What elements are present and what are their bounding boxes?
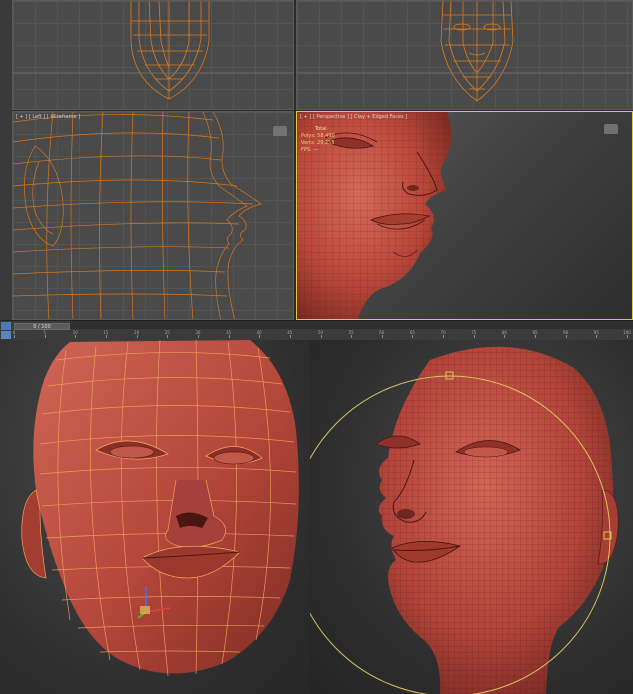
stats-polys: Polys: 58,490 bbox=[301, 133, 335, 139]
timeline-tick-label: 45 bbox=[287, 330, 293, 335]
time-slider-track[interactable] bbox=[70, 321, 633, 329]
timeline-tick bbox=[228, 335, 230, 338]
timeline-tick-label: 75 bbox=[471, 330, 477, 335]
time-slider[interactable]: 0 / 100 bbox=[14, 323, 70, 330]
timeline-tick-label: 60 bbox=[379, 330, 385, 335]
timeline-tick bbox=[351, 335, 353, 338]
stats-overlay: Total Polys: 58,490 Verts: 29,255 FPS: — bbox=[301, 126, 335, 154]
stats-fps: FPS: — bbox=[301, 147, 319, 153]
timeline-tick bbox=[136, 335, 138, 338]
timeline-tick bbox=[535, 335, 537, 338]
viewport-sidebar bbox=[0, 0, 12, 320]
timeline-tick-label: 5 bbox=[43, 330, 46, 335]
head-wireframe-front bbox=[297, 1, 632, 102]
timeline-tick-label: 20 bbox=[134, 330, 140, 335]
timeline-tick-label: 80 bbox=[501, 330, 507, 335]
viewport-top[interactable] bbox=[12, 0, 294, 110]
timeline-tick bbox=[197, 335, 199, 338]
timeline-tick bbox=[627, 335, 628, 338]
timeline-tick-label: 90 bbox=[563, 330, 569, 335]
timeline-tick-label: 0 bbox=[12, 330, 16, 335]
timeline-tick bbox=[443, 335, 445, 338]
head-wireframe-side bbox=[13, 112, 262, 319]
timeline-tick bbox=[412, 335, 414, 338]
lowpoly-face-image bbox=[21, 340, 299, 677]
timeline-ruler[interactable]: 0 5 10 15 20 25 30 35 40 45 50 55 60 65 70 75 80 85 90 95 10… bbox=[12, 330, 631, 340]
timeline-tick-label: 100 bbox=[623, 330, 631, 335]
timeline-tick bbox=[289, 335, 291, 338]
viewcube-icon[interactable] bbox=[273, 126, 287, 136]
render-lowpoly-face bbox=[0, 340, 310, 694]
highpoly-head-image bbox=[310, 346, 619, 694]
timeline-tick-label: 25 bbox=[164, 330, 170, 335]
timeline-tick bbox=[75, 335, 77, 338]
timeline-tick bbox=[504, 335, 506, 338]
viewport-perspective[interactable]: [ + ] [ Perspective ] [ Clay + Edged Fac… bbox=[296, 111, 633, 320]
viewport-label[interactable]: [ + ] [ Perspective ] [ Clay + Edged Fac… bbox=[300, 114, 407, 120]
key-mode-button[interactable] bbox=[1, 331, 11, 339]
timeline-tick-label: 70 bbox=[440, 330, 446, 335]
play-button[interactable] bbox=[1, 322, 11, 330]
timeline-tick bbox=[596, 335, 598, 338]
viewcube-icon[interactable] bbox=[604, 124, 618, 134]
stats-verts: Verts: 29,255 bbox=[301, 140, 335, 146]
timeline-tick-label: 95 bbox=[593, 330, 599, 335]
3dsmax-window: [ + ] [ Left ] [ Wireframe ] [+] [Per… bbox=[0, 0, 633, 340]
timeline-tick bbox=[320, 335, 322, 338]
timeline-tick-label: 35 bbox=[226, 330, 232, 335]
viewport-label[interactable]: [ + ] [ Left ] [ Wireframe ] bbox=[16, 114, 80, 120]
stats-header: Total bbox=[315, 126, 327, 132]
viewport-left[interactable]: [ + ] [ Left ] [ Wireframe ] bbox=[12, 111, 294, 320]
render-showcase bbox=[0, 340, 633, 694]
timeline-tick-label: 50 bbox=[317, 330, 324, 335]
timeline-tick-label: 15 bbox=[103, 330, 109, 335]
timeline: 0 / 100 0 5 10 15 20 25 30 35 40 45 50 55 60 65 70 75 80… bbox=[0, 320, 633, 340]
timeline-tick bbox=[259, 335, 261, 338]
timeline-tick bbox=[473, 335, 475, 338]
timeline-tick bbox=[14, 335, 15, 338]
timeline-tick-label: 10 bbox=[72, 330, 78, 335]
timeline-tick-label: 85 bbox=[532, 330, 538, 335]
timeline-tick bbox=[167, 335, 169, 338]
head-clay-perspective bbox=[297, 112, 452, 319]
head-wireframe-top bbox=[13, 1, 293, 100]
timeline-tick-label: 55 bbox=[348, 330, 354, 335]
timeline-tick bbox=[44, 335, 46, 338]
timeline-tick-label: 65 bbox=[409, 330, 415, 335]
timeline-tick bbox=[381, 335, 383, 338]
viewport-front[interactable] bbox=[296, 0, 633, 110]
render-highpoly-head bbox=[310, 340, 633, 694]
timeline-tick bbox=[105, 335, 107, 338]
timeline-tick bbox=[565, 335, 567, 338]
timeline-tick-label: 40 bbox=[256, 330, 262, 335]
timeline-tick-label: 30 bbox=[195, 330, 201, 335]
